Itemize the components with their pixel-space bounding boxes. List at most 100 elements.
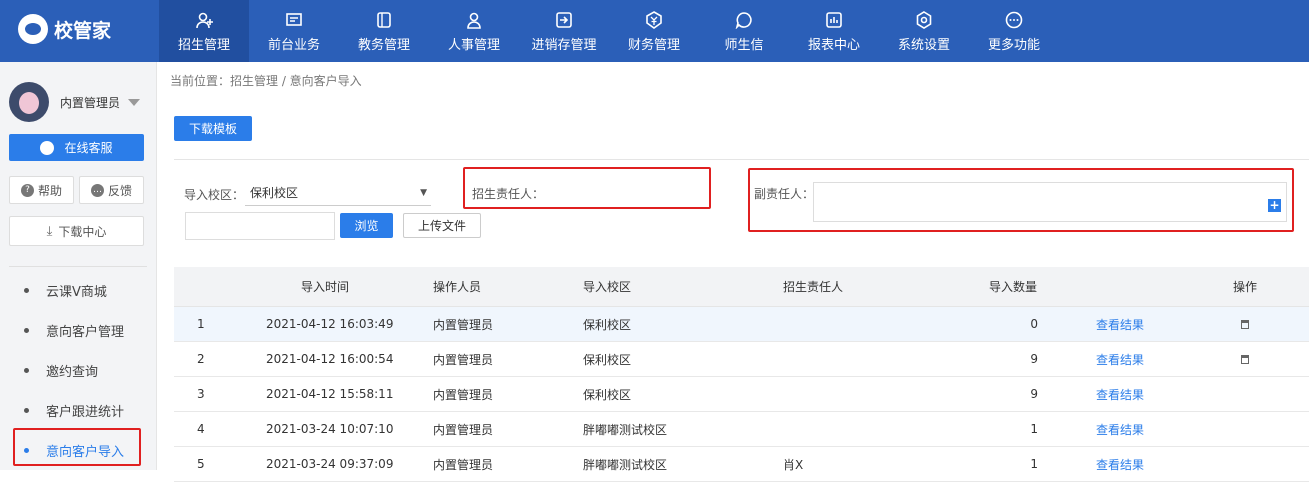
delete-button[interactable] — [1241, 307, 1249, 341]
campus: 保利校区 — [583, 352, 632, 367]
import-history-table: 导入时间 操作人员 导入校区 招生责任人 导入数量 操作 1 2021-04-12… — [174, 267, 1309, 482]
column-header: 招生责任人 — [783, 280, 844, 294]
operator: 内置管理员 — [433, 352, 494, 367]
nav-item[interactable]: 教务管理 — [339, 0, 429, 62]
help-button[interactable]: ? 帮助 — [9, 176, 74, 204]
row-number: 2 — [197, 352, 205, 366]
nav-item-label: 报表中心 — [807, 37, 860, 53]
nav-item-label: 更多功能 — [987, 37, 1040, 53]
download-template-button[interactable]: 下载模板 — [174, 116, 252, 141]
column-header: 导入校区 — [583, 280, 632, 294]
download-center-button[interactable]: ⤓ 下载中心 — [9, 216, 144, 246]
person-icon — [464, 10, 484, 30]
row-number: 5 — [197, 457, 205, 471]
table-row: 5 2021-03-24 09:37:09 内置管理员 胖嘟嘟测试校区 肖X 1 查看结果 — [174, 447, 1309, 482]
yuan-shield-icon — [644, 10, 664, 30]
nav-item-label: 师生信 — [724, 37, 764, 53]
bullet-icon — [24, 287, 29, 293]
import-time: 2021-03-24 09:37:09 — [266, 457, 394, 471]
upload-file-button[interactable]: 上传文件 — [403, 213, 481, 238]
view-result-link[interactable]: 查看结果 — [1096, 307, 1144, 341]
row-number: 3 — [197, 387, 205, 401]
online-service-button[interactable]: 在线客服 — [9, 134, 144, 161]
feedback-button[interactable]: … 反馈 — [79, 176, 144, 204]
import-count: 9 — [1030, 352, 1038, 366]
owner: 肖X — [783, 457, 804, 472]
owner-field[interactable] — [540, 180, 705, 204]
download-center-label: 下载中心 — [58, 224, 107, 239]
import-count: 1 — [1030, 422, 1038, 436]
operator: 内置管理员 — [433, 457, 494, 472]
main-nav: 招生管理 前台业务 教务管理 人事管理 进销存管理 财务管理 师生信 报表中心 系统设置 更多功能 — [159, 0, 1059, 62]
nav-item[interactable]: 财务管理 — [609, 0, 699, 62]
nav-item[interactable]: 报表中心 — [789, 0, 879, 62]
chevron-down-icon[interactable] — [128, 98, 141, 106]
nav-item-label: 系统设置 — [897, 37, 950, 53]
import-count: 9 — [1030, 387, 1038, 401]
logo-icon — [18, 14, 48, 44]
view-result-link[interactable]: 查看结果 — [1096, 447, 1144, 481]
row-number: 4 — [197, 422, 205, 436]
row-number: 1 — [197, 317, 205, 331]
nav-item[interactable]: 更多功能 — [969, 0, 1059, 62]
nav-item[interactable]: 人事管理 — [429, 0, 519, 62]
file-path-input[interactable] — [185, 212, 335, 240]
operator: 内置管理员 — [433, 422, 494, 437]
campus: 胖嘟嘟测试校区 — [583, 457, 668, 472]
book-icon — [374, 10, 394, 30]
sidebar-menu-item[interactable]: 邀约查询 — [0, 350, 157, 390]
monitor-icon — [284, 10, 304, 30]
nav-item-label: 教务管理 — [357, 37, 410, 53]
divider — [9, 266, 147, 267]
logo-text: 校管家 — [54, 19, 112, 42]
enter-box-icon — [554, 10, 574, 30]
bullet-icon — [24, 327, 29, 333]
import-count: 1 — [1030, 457, 1038, 471]
nav-item-label: 财务管理 — [627, 37, 680, 53]
nav-item[interactable]: 招生管理 — [159, 0, 249, 62]
campus: 保利校区 — [583, 387, 632, 402]
sidebar-menu-item[interactable]: 云课V商城 — [0, 270, 157, 310]
more-icon — [1004, 10, 1024, 30]
view-result-link[interactable]: 查看结果 — [1096, 412, 1144, 446]
nav-item[interactable]: 师生信 — [699, 0, 789, 62]
online-service-label: 在线客服 — [64, 141, 113, 155]
view-result-link[interactable]: 查看结果 — [1096, 377, 1144, 411]
app-logo[interactable]: 校管家 — [18, 14, 111, 44]
sidebar-menu-label: 客户跟进统计 — [46, 404, 125, 420]
campus-select[interactable]: 保利校区 ▼ — [245, 180, 431, 206]
browse-button[interactable]: 浏览 — [340, 213, 393, 238]
sidebar-menu-item[interactable]: 客户跟进统计 — [0, 390, 157, 430]
nav-item-label: 进销存管理 — [531, 37, 597, 53]
sidebar-menu-label: 意向客户管理 — [46, 324, 125, 340]
chat-circle-icon — [734, 10, 754, 30]
sidebar: 内置管理员 在线客服 ? 帮助 … 反馈 ⤓ 下载中心 云课V商城意向客户管理邀… — [0, 62, 157, 470]
sidebar-menu-item[interactable]: 意向客户管理 — [0, 310, 157, 350]
campus-select-value: 保利校区 — [250, 186, 299, 200]
campus: 胖嘟嘟测试校区 — [583, 422, 668, 437]
operator: 内置管理员 — [433, 317, 494, 332]
view-result-link[interactable]: 查看结果 — [1096, 342, 1144, 376]
user-plus-icon — [194, 10, 214, 30]
plus-icon[interactable]: + — [1268, 199, 1281, 212]
delete-button[interactable] — [1241, 342, 1249, 376]
breadcrumb: 当前位置：招生管理 / 意向客户导入 — [170, 74, 362, 88]
column-header: 导入数量 — [989, 280, 1038, 294]
user-menu[interactable]: 内置管理员 — [9, 82, 141, 122]
table-row: 2 2021-04-12 16:00:54 内置管理员 保利校区 9 查看结果 — [174, 342, 1309, 377]
download-icon: ⤓ — [46, 223, 53, 239]
nav-item-label: 人事管理 — [447, 37, 500, 53]
top-navbar: 校管家 招生管理 前台业务 教务管理 人事管理 进销存管理 财务管理 师生信 报表中心 系统设置… — [0, 0, 1309, 62]
nav-item[interactable]: 系统设置 — [879, 0, 969, 62]
sidebar-menu-label: 邀约查询 — [46, 364, 99, 380]
nav-item[interactable]: 前台业务 — [249, 0, 339, 62]
sidebar-menu-label: 云课V商城 — [46, 284, 107, 300]
nav-item[interactable]: 进销存管理 — [519, 0, 609, 62]
chat-bubble-icon — [40, 140, 55, 155]
deputy-field[interactable]: + — [813, 182, 1287, 222]
import-count: 0 — [1030, 317, 1038, 331]
bullet-icon — [24, 407, 29, 413]
campus-label: 导入校区： — [184, 188, 245, 202]
trash-icon — [1241, 319, 1249, 329]
avatar[interactable] — [9, 82, 49, 122]
